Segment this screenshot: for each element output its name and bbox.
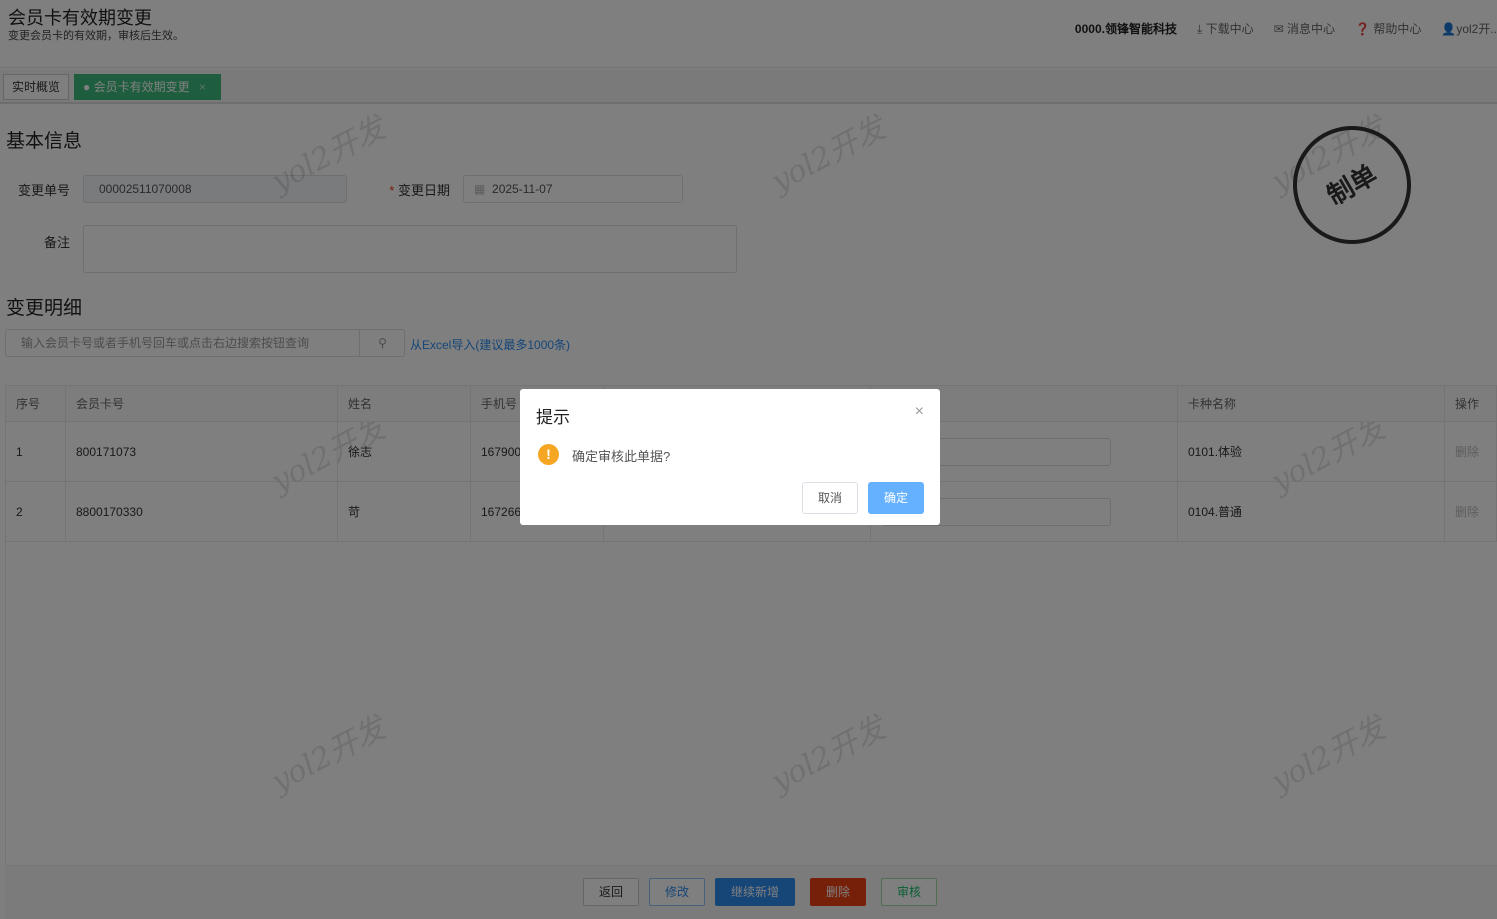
confirm-button[interactable]: 确定	[868, 482, 924, 514]
warning-icon: !	[538, 444, 559, 465]
confirm-dialog: 提示 × ! 确定审核此单据? 取消 确定	[520, 389, 940, 525]
cancel-button[interactable]: 取消	[802, 482, 858, 514]
close-icon[interactable]: ×	[915, 403, 924, 421]
dialog-message: 确定审核此单据?	[572, 449, 671, 464]
dialog-title: 提示	[536, 408, 570, 427]
